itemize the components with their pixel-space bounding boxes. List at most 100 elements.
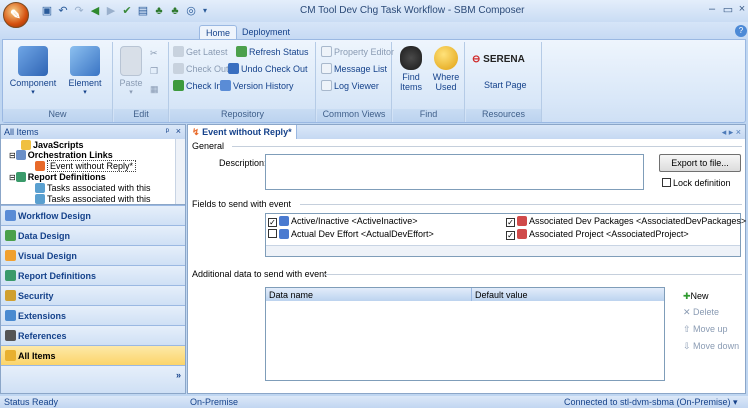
- close-icon[interactable]: ×: [734, 3, 748, 17]
- tree-item-javascripts[interactable]: JavaScripts: [21, 140, 84, 150]
- cut-icon: ✂: [150, 48, 158, 58]
- copy-icon: ❐: [150, 66, 159, 76]
- fields-horizontal-scrollbar[interactable]: [266, 245, 740, 256]
- document-tab[interactable]: ↯ Event without Reply*: [188, 125, 297, 139]
- nav-extensions[interactable]: Extensions: [1, 305, 185, 325]
- check-out-button: Check Out: [173, 63, 229, 74]
- tree-item-report[interactable]: Tasks associated with this: [35, 183, 151, 193]
- field-actual-dev-effort[interactable]: Actual Dev Effort <ActualDevEffort>: [268, 229, 434, 239]
- application-menu-button[interactable]: ✎: [3, 2, 29, 28]
- property-editor-checkbox: [321, 46, 332, 57]
- minimize-icon[interactable]: –: [704, 3, 720, 17]
- publish-icon[interactable]: ♣: [168, 4, 182, 18]
- tree-item-orchestration-links[interactable]: ⊟ Orchestration Links: [9, 150, 113, 160]
- tab-home[interactable]: Home: [199, 25, 238, 40]
- save-icon[interactable]: ▣: [40, 4, 54, 18]
- field-active-inactive[interactable]: ✓ Active/Inactive <ActiveInactive>: [268, 216, 418, 227]
- nav-data-design[interactable]: Data Design: [1, 225, 185, 245]
- column-header-data-name[interactable]: Data name: [266, 288, 472, 301]
- check-in-button[interactable]: Check In: [173, 80, 222, 91]
- help-icon[interactable]: ?: [735, 25, 747, 37]
- tree-item-event-without-reply[interactable]: Event without Reply*: [35, 160, 137, 172]
- divider: [232, 146, 742, 147]
- nav-workflow-design[interactable]: Workflow Design: [1, 205, 185, 225]
- refresh-status-button[interactable]: Refresh Status: [236, 46, 309, 57]
- find-icon[interactable]: ◎: [184, 4, 198, 18]
- ribbon-group-repository: Get Latest Refresh Status Check Out Undo…: [170, 42, 316, 122]
- nav-overflow[interactable]: »: [1, 365, 185, 393]
- undo-icon[interactable]: ↶: [56, 4, 70, 18]
- pane-close-icon[interactable]: ×: [176, 126, 181, 136]
- field-associated-project[interactable]: ✓ Associated Project <AssociatedProject>: [506, 229, 689, 240]
- group-label-resources: Resources: [466, 109, 541, 122]
- tree-scrollbar[interactable]: [175, 139, 185, 204]
- undo-check-out-label: Undo Check Out: [241, 64, 308, 74]
- description-input[interactable]: [265, 154, 644, 190]
- qat-dropdown-icon[interactable]: ▾: [198, 4, 212, 18]
- tree-label: Tasks associated with this: [47, 194, 151, 204]
- export-to-file-button[interactable]: Export to file...: [659, 154, 741, 172]
- window-title: CM Tool Dev Chg Task Workflow - SBM Comp…: [300, 5, 525, 16]
- find-items-label-2: Items: [399, 82, 422, 92]
- component-button[interactable]: Component ▾: [7, 46, 59, 96]
- refresh-icon: [236, 46, 247, 57]
- new-label: New: [690, 291, 709, 301]
- additional-data-grid[interactable]: Data name Default value: [265, 287, 665, 381]
- status-text: Status Ready: [4, 397, 59, 407]
- validate-icon[interactable]: ✔: [120, 4, 134, 18]
- get-latest-icon: [173, 46, 184, 57]
- back-icon[interactable]: ◀: [88, 4, 102, 18]
- document-tab-strip: ↯ Event without Reply* ◂ ▸ ×: [188, 125, 745, 139]
- event-icon: [35, 161, 45, 171]
- start-page-button[interactable]: Start Page: [484, 80, 527, 90]
- version-history-button[interactable]: Version History: [220, 80, 294, 91]
- serena-logo-icon: ⊖: [472, 54, 481, 65]
- check-in-label: Check In: [186, 81, 222, 91]
- report-item-icon: [35, 194, 45, 204]
- log-viewer-label: Log Viewer: [334, 81, 379, 91]
- nav-label: Workflow Design: [18, 211, 91, 221]
- nav-all-items[interactable]: All Items: [1, 345, 185, 365]
- element-button[interactable]: Element ▾: [61, 46, 109, 96]
- message-list-toggle[interactable]: Message List: [321, 63, 387, 74]
- new-button[interactable]: ✚New: [683, 291, 709, 302]
- nav-label: Visual Design: [18, 251, 77, 261]
- undo-check-out-button[interactable]: Undo Check Out: [228, 63, 308, 74]
- chevron-down-icon: ▾: [83, 89, 87, 96]
- log-viewer-toggle[interactable]: Log Viewer: [321, 80, 379, 91]
- ribbon-group-new: Component ▾ Element ▾ New: [3, 42, 113, 122]
- paste-label: Paste: [119, 78, 143, 88]
- deploy-icon[interactable]: ♣: [152, 4, 166, 18]
- document-icon[interactable]: ▤: [136, 4, 150, 18]
- where-used-label-2: Used: [435, 82, 457, 92]
- field-label: Active/Inactive <ActiveInactive>: [291, 216, 418, 226]
- checkbox-checked: ✓: [506, 231, 515, 240]
- nav-security[interactable]: Security: [1, 285, 185, 305]
- tree-item-report[interactable]: Tasks associated with this: [35, 194, 151, 204]
- divider: [300, 204, 742, 205]
- workflow-icon: [5, 210, 16, 221]
- nav-label: Security: [18, 291, 54, 301]
- move-up-button: ⇧ Move up: [683, 324, 728, 335]
- column-header-default-value[interactable]: Default value: [472, 288, 664, 301]
- tab-nav-icons[interactable]: ◂ ▸ ×: [722, 127, 741, 138]
- field-associated-dev-packages[interactable]: ✓ Associated Dev Packages <AssociatedDevP…: [506, 216, 746, 227]
- divider: [324, 274, 742, 275]
- component-label: Component: [9, 78, 57, 88]
- pin-icon[interactable]: ᵖ: [166, 126, 169, 136]
- lock-definition-checkbox[interactable]: Lock definition: [662, 178, 731, 188]
- connection-status[interactable]: Connected to stl-dvm-sbma (On-Premise) ▾: [564, 397, 738, 408]
- nav-references[interactable]: References: [1, 325, 185, 345]
- field-label: Associated Project <AssociatedProject>: [529, 229, 689, 239]
- tab-deployment[interactable]: Deployment: [236, 25, 296, 40]
- ribbon-group-common-views: Property Editor Message List Log Viewer …: [317, 42, 394, 122]
- paste-icon: [120, 46, 142, 76]
- property-editor-toggle[interactable]: Property Editor: [321, 46, 394, 57]
- tree-item-report-definitions[interactable]: ⊟ Report Definitions: [9, 172, 106, 182]
- nav-visual-design[interactable]: Visual Design: [1, 245, 185, 265]
- find-items-button[interactable]: Find Items: [395, 46, 427, 92]
- delete-button: ✕ Delete: [683, 307, 719, 318]
- nav-report-definitions[interactable]: Report Definitions: [1, 265, 185, 285]
- property-editor-label: Property Editor: [334, 47, 395, 57]
- where-used-button[interactable]: Where Used: [429, 46, 463, 92]
